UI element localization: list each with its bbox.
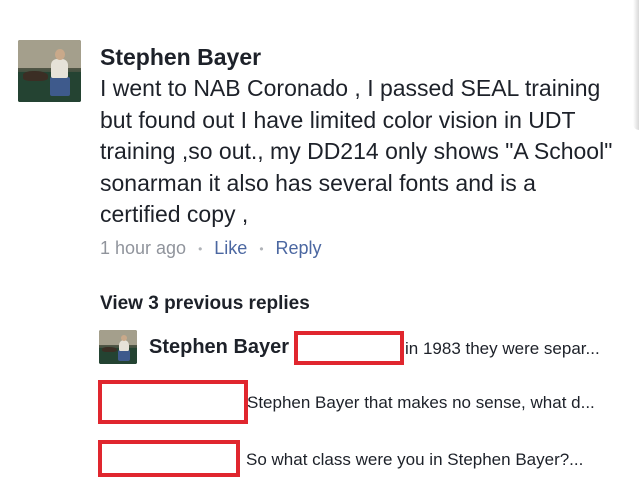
comment-text: I went to NAB Coronado , I passed SEAL t…	[100, 75, 613, 227]
redaction-box	[98, 440, 240, 477]
reply-button[interactable]: Reply	[276, 238, 322, 259]
separator-dot: •	[259, 241, 264, 256]
reply-preview-text[interactable]: So what class were you in Stephen Bayer?…	[246, 450, 583, 470]
reply-author[interactable]: Stephen Bayer	[149, 336, 289, 359]
avatar[interactable]	[18, 40, 81, 102]
redaction-box	[98, 380, 248, 424]
separator-dot: •	[198, 241, 203, 256]
comment-author[interactable]: Stephen Bayer	[100, 44, 261, 71]
comment-timestamp[interactable]: 1 hour ago	[100, 238, 186, 259]
view-previous-replies-link[interactable]: View 3 previous replies	[100, 293, 310, 315]
like-button[interactable]: Like	[214, 238, 247, 259]
comment-meta: 1 hour ago • Like • Reply	[100, 238, 322, 259]
reply-preview-text[interactable]: in 1983 they were separ...	[405, 339, 600, 359]
redaction-box	[294, 331, 404, 365]
reply-preview-text[interactable]: Stephen Bayer that makes no sense, what …	[247, 393, 595, 413]
reply-avatar[interactable]	[99, 330, 137, 364]
scroll-edge	[633, 0, 639, 130]
